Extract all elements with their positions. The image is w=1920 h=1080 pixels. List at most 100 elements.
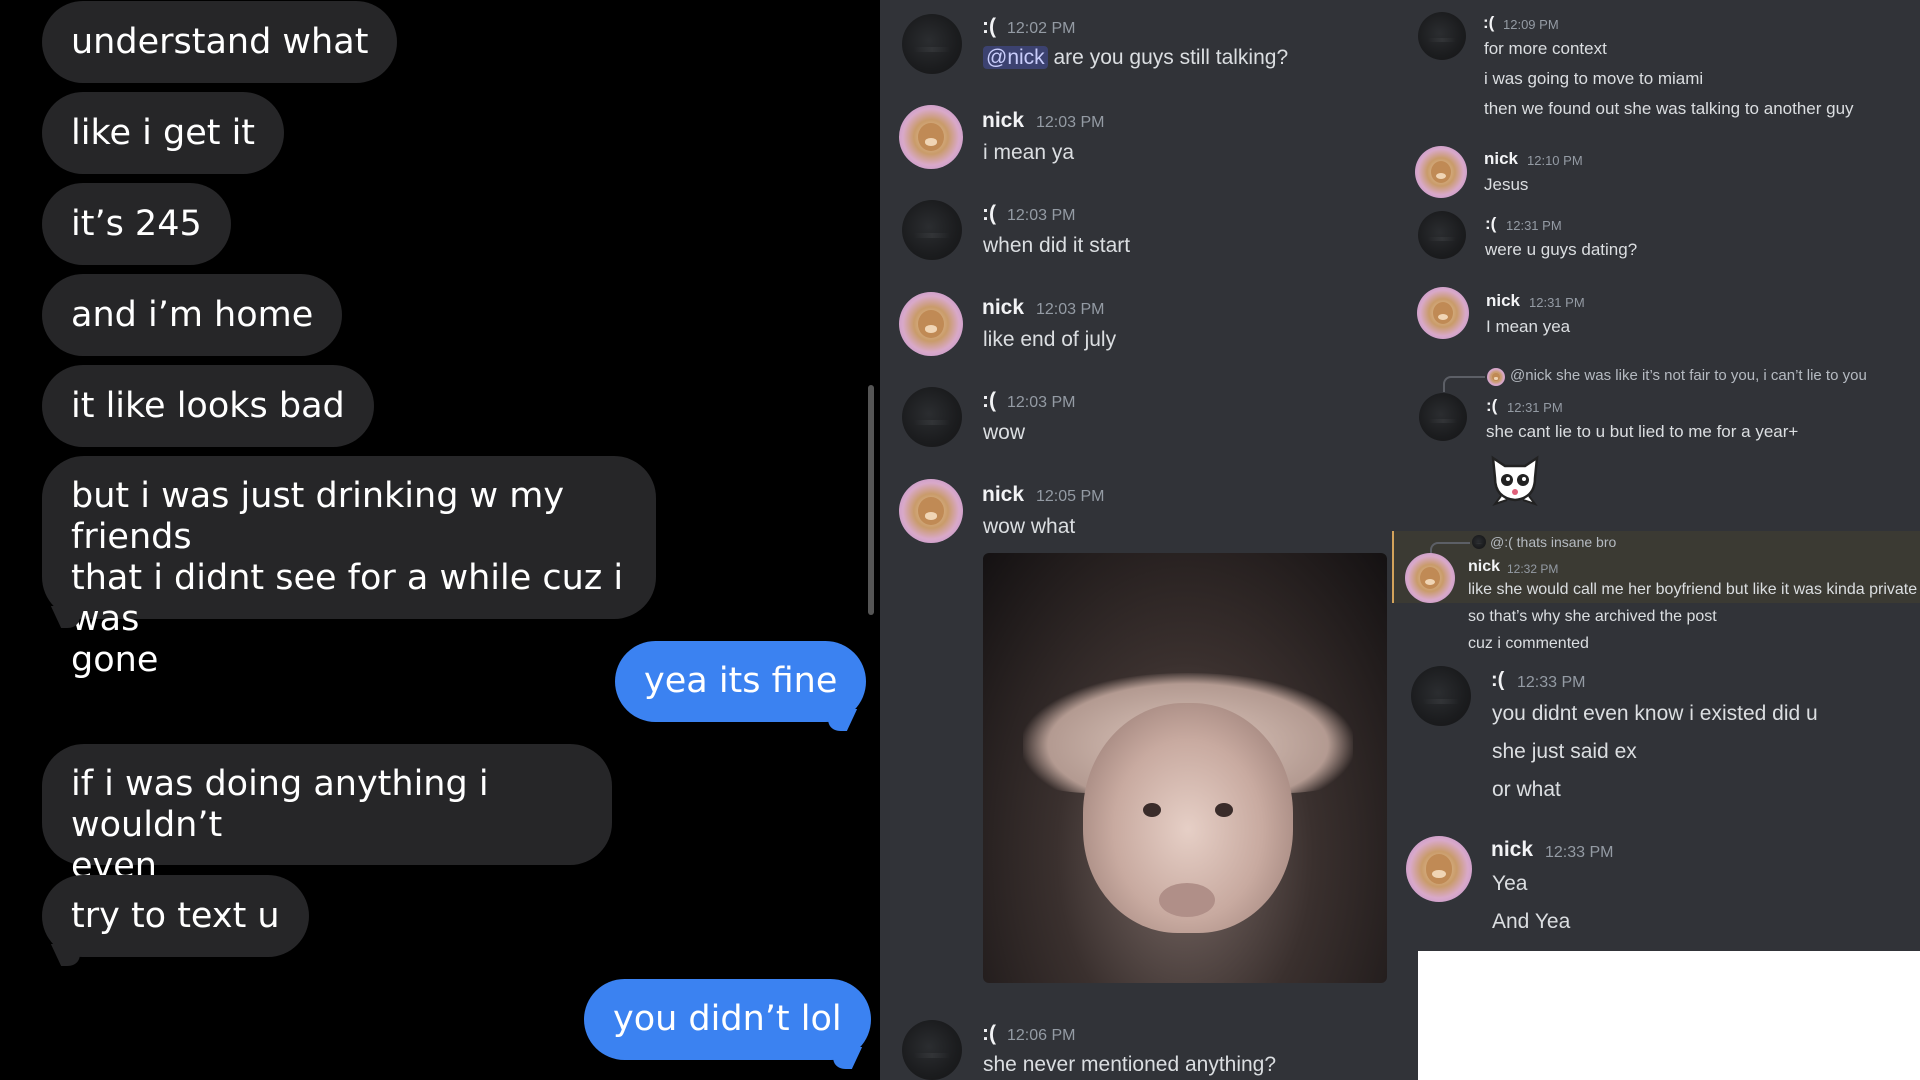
reply-mention: @:( <box>1490 534 1513 550</box>
avatar[interactable] <box>902 387 962 447</box>
message-text: I mean yea <box>1486 317 1571 336</box>
timestamp: 12:03 PM <box>1036 114 1105 131</box>
author-name[interactable]: nick <box>982 296 1024 320</box>
message-line: i was going to move to miami <box>1484 69 1704 88</box>
avatar[interactable] <box>902 200 962 260</box>
author-name[interactable]: nick <box>1486 291 1520 311</box>
avatar[interactable] <box>899 105 963 169</box>
message-text: you didn’t lol <box>613 999 842 1039</box>
message-text: yea its fine <box>644 661 838 701</box>
message-text: like i get it <box>71 113 256 153</box>
reply-connector <box>1443 376 1485 392</box>
timestamp: 12:31 PM <box>1507 400 1563 415</box>
author-name[interactable]: nick <box>1484 149 1518 169</box>
avatar[interactable] <box>1415 146 1467 198</box>
reply-preview[interactable]: @nick she was like it’s not fair to you,… <box>1510 367 1867 384</box>
reply-text: thats insane bro <box>1516 534 1617 550</box>
timestamp: 12:33 PM <box>1545 844 1614 861</box>
timestamp: 12:33 PM <box>1517 674 1586 691</box>
reply-avatar <box>1472 535 1486 549</box>
timestamp: 12:03 PM <box>1007 207 1076 224</box>
timestamp: 12:05 PM <box>1036 488 1105 505</box>
author-name[interactable]: nick <box>1468 558 1500 576</box>
avatar[interactable] <box>1411 666 1471 726</box>
message-line: cuz i commented <box>1468 635 1589 652</box>
message-text: it like looks bad <box>71 386 345 426</box>
message-bubble[interactable]: it’s 245 <box>42 183 231 265</box>
message-text: it’s 245 <box>71 204 202 244</box>
message-line: she just said ex <box>1492 740 1637 763</box>
message-line: you didnt even know i existed did u <box>1492 702 1818 725</box>
message-line: And Yea <box>1492 910 1571 933</box>
message-line: Yea <box>1492 872 1528 895</box>
timestamp: 12:02 PM <box>1007 20 1076 37</box>
message-text: like end of july <box>983 328 1117 351</box>
scrollbar[interactable] <box>868 385 874 615</box>
message-line: or what <box>1492 778 1561 801</box>
timestamp: 12:03 PM <box>1007 394 1076 411</box>
message-bubble[interactable]: if i was doing anything i wouldn’t even <box>42 744 612 886</box>
avatar[interactable] <box>1406 836 1472 902</box>
message-bubble-sent[interactable]: yea its fine <box>615 641 867 722</box>
message-bubble[interactable]: it like looks bad <box>42 365 374 447</box>
message-bubble[interactable]: try to text u <box>42 875 309 957</box>
author-name[interactable]: :( <box>982 15 996 39</box>
message-line: but i was just drinking w my friends <box>71 476 565 557</box>
avatar[interactable] <box>1418 211 1466 259</box>
author-name[interactable]: :( <box>1485 214 1496 234</box>
message-line: gone <box>71 640 159 680</box>
timestamp: 12:31 PM <box>1529 295 1585 310</box>
blank-area <box>1418 951 1920 1080</box>
avatar[interactable] <box>1418 12 1466 60</box>
timestamp: 12:03 PM <box>1036 301 1105 318</box>
author-name[interactable]: :( <box>982 389 996 413</box>
message-text: and i’m home <box>71 295 314 335</box>
message-text: @nick are you guys still talking? <box>983 46 1288 70</box>
message-bubble[interactable]: understand what <box>42 1 398 83</box>
reply-mention: @nick <box>1510 367 1552 384</box>
author-name[interactable]: nick <box>1491 838 1533 862</box>
avatar[interactable] <box>899 479 963 543</box>
timestamp: 12:31 PM <box>1506 218 1562 233</box>
avatar[interactable] <box>902 14 962 74</box>
message-bubble[interactable]: and i’m home <box>42 274 343 356</box>
message-text: she never mentioned anything? <box>983 1053 1277 1076</box>
author-name[interactable]: :( <box>1486 396 1497 416</box>
message-text: Jesus <box>1484 175 1529 194</box>
reply-avatar <box>1487 368 1505 386</box>
timestamp: 12:32 PM <box>1507 562 1559 576</box>
monkey-eye <box>1143 803 1161 817</box>
avatar[interactable] <box>1419 393 1467 441</box>
message-line: like she would call me her boyfriend but… <box>1468 581 1918 598</box>
monkey-mouth <box>1159 883 1215 917</box>
user-mention[interactable]: @nick <box>983 46 1048 69</box>
sticker[interactable] <box>1487 452 1543 506</box>
author-name[interactable]: :( <box>1491 669 1504 692</box>
avatar[interactable] <box>1405 553 1455 603</box>
imessage-panel: understand what like i get it it’s 245 a… <box>0 0 880 1080</box>
message-line: that i didnt see for a while cuz i was <box>71 558 624 639</box>
message-bubble[interactable]: but i was just drinking w my friends tha… <box>42 456 656 680</box>
author-name[interactable]: :( <box>982 1022 996 1046</box>
gif-attachment[interactable] <box>983 553 1387 983</box>
message-text: were u guys dating? <box>1485 240 1638 259</box>
author-name[interactable]: nick <box>982 109 1024 133</box>
author-name[interactable]: :( <box>1483 13 1494 33</box>
author-name[interactable]: :( <box>982 202 996 226</box>
timestamp: 12:09 PM <box>1503 17 1559 32</box>
reply-preview[interactable]: @:( thats insane bro <box>1490 534 1616 550</box>
message-bubble-sent[interactable]: you didn’t lol <box>584 979 871 1060</box>
message-bubble[interactable]: like i get it <box>42 92 285 174</box>
message-text: i mean ya <box>983 141 1075 164</box>
message-line: then we found out she was talking to ano… <box>1484 99 1854 118</box>
message-text: wow what <box>983 515 1076 538</box>
timestamp: 12:10 PM <box>1527 153 1583 168</box>
timestamp: 12:06 PM <box>1007 1027 1076 1044</box>
avatar[interactable] <box>902 1020 962 1080</box>
message-text: wow <box>983 421 1026 444</box>
message-line: for more context <box>1484 39 1607 58</box>
message-line: so that’s why she archived the post <box>1468 608 1717 625</box>
author-name[interactable]: nick <box>982 483 1024 507</box>
avatar[interactable] <box>1417 287 1469 339</box>
avatar[interactable] <box>899 292 963 356</box>
